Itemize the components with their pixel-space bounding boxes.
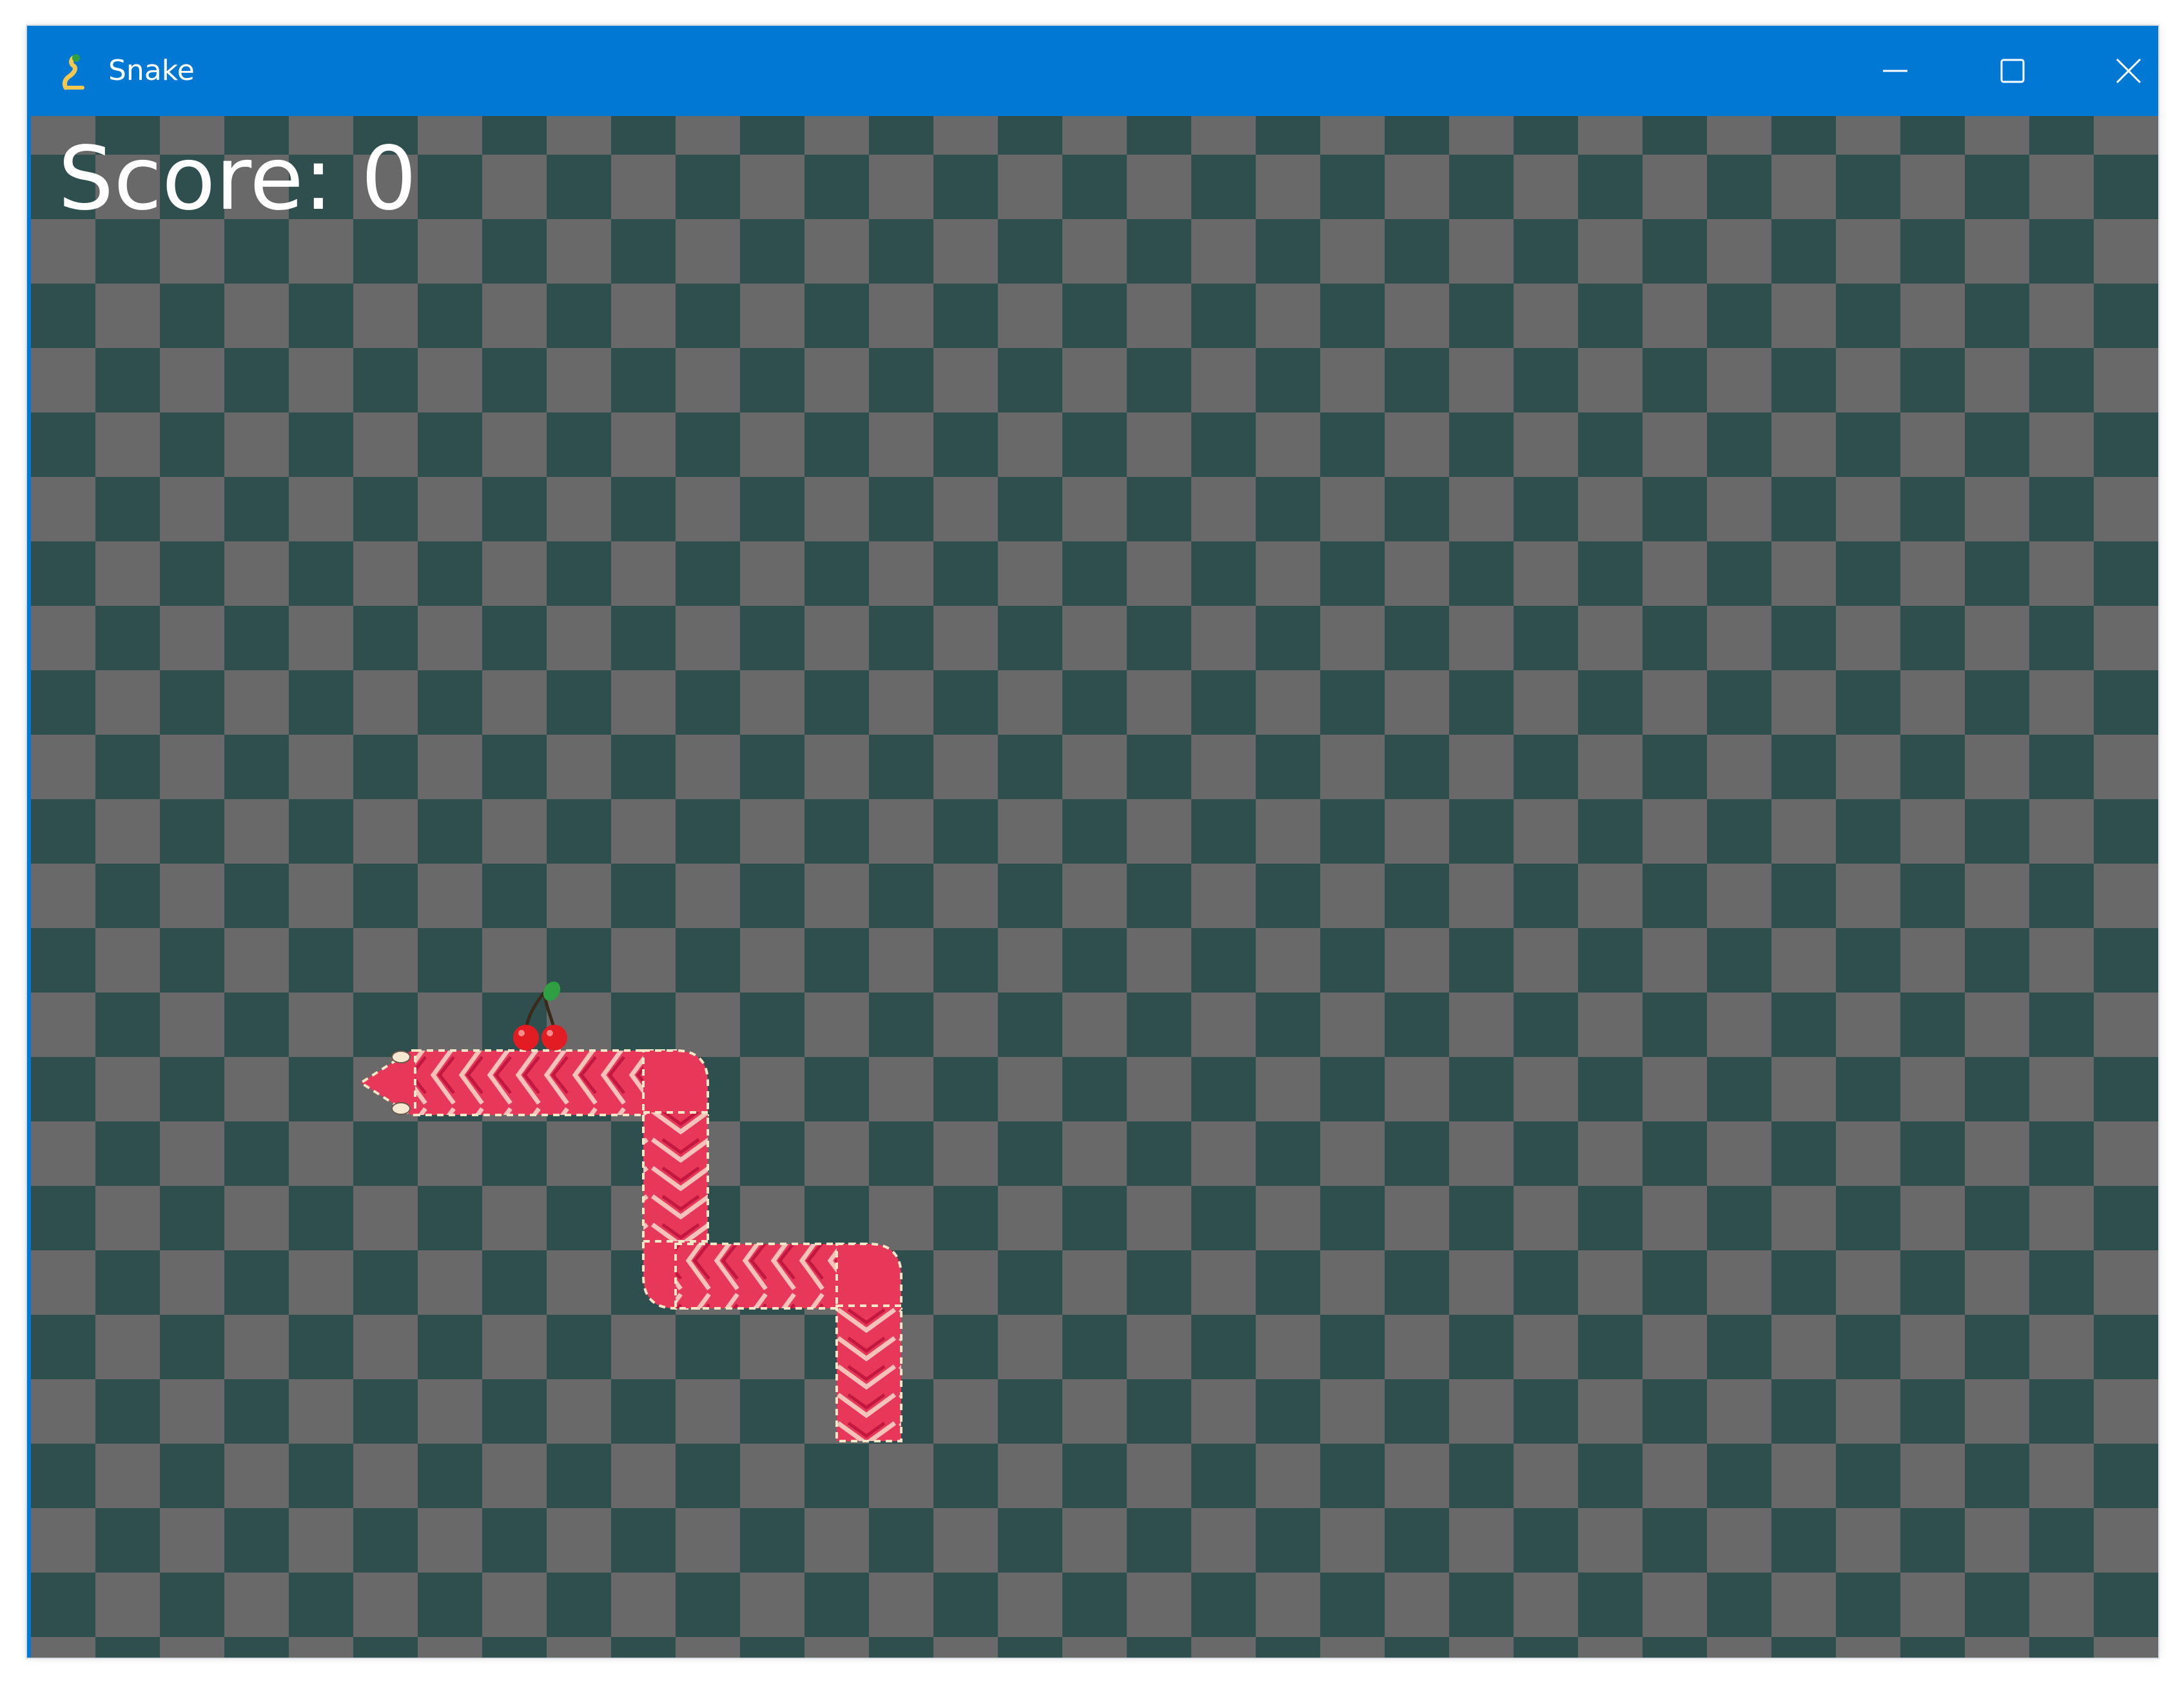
snake <box>358 1049 902 1442</box>
snake-eye-bottom <box>391 1102 411 1115</box>
score-label: Score: 0 <box>58 128 417 230</box>
title-bar[interactable]: Snake <box>27 26 2158 116</box>
game-board[interactable]: Score: 0 <box>31 116 2158 1658</box>
snake-body-segment <box>414 1049 677 1116</box>
window-title: Snake <box>108 54 195 87</box>
maximize-icon <box>2000 59 2025 83</box>
minimize-button[interactable] <box>1836 26 1955 116</box>
cherry-food <box>513 981 567 1051</box>
snake-app-icon <box>62 54 84 90</box>
game-layer <box>358 981 902 1442</box>
game-window: Snake Score: 0 <box>27 26 2158 1658</box>
snake-tail <box>835 1304 902 1442</box>
snake-body-segment <box>642 1111 709 1245</box>
snake-body-corner <box>642 1049 709 1116</box>
maximize-button[interactable] <box>1953 26 2072 116</box>
minimize-icon <box>1883 70 1907 72</box>
snake-body-corner <box>835 1243 902 1310</box>
close-button[interactable] <box>2069 26 2158 116</box>
close-icon <box>2116 58 2141 84</box>
snake-eye-top <box>391 1051 411 1063</box>
